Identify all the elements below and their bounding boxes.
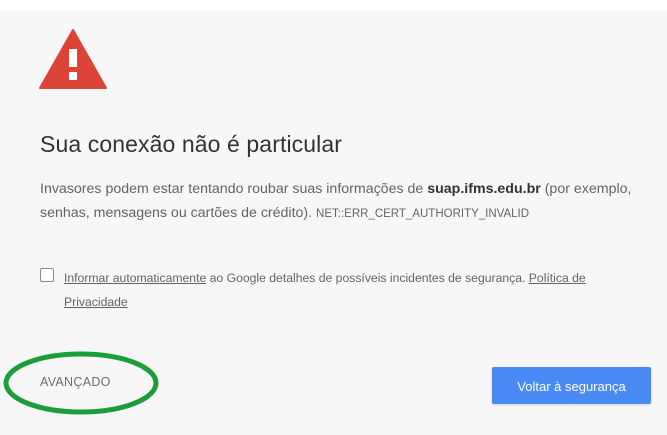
report-text: Informar automaticamente ao Google detal… (64, 266, 644, 314)
back-to-safety-button[interactable]: Voltar à segurança (492, 367, 651, 404)
error-code[interactable]: NET::ERR_CERT_AUTHORITY_INVALID (316, 208, 529, 220)
warning-triangle-icon (39, 29, 107, 89)
report-checkbox[interactable] (40, 268, 54, 282)
error-explanation: Invasores podem estar tentando roubar su… (40, 177, 640, 226)
report-link[interactable]: Informar automaticamente (64, 271, 206, 285)
top-strip (0, 0, 667, 10)
report-text-middle: ao Google detalhes de possíveis incident… (206, 271, 529, 285)
page-title: Sua conexão não é particular (40, 131, 343, 157)
domain-name: suap.ifms.edu.br (427, 181, 541, 197)
explanation-text-start: Invasores podem estar tentando roubar su… (40, 181, 428, 197)
ssl-interstitial-page: Sua conexão não é particular Invasores p… (0, 0, 667, 435)
advanced-button[interactable]: AVANÇADO (40, 375, 111, 389)
